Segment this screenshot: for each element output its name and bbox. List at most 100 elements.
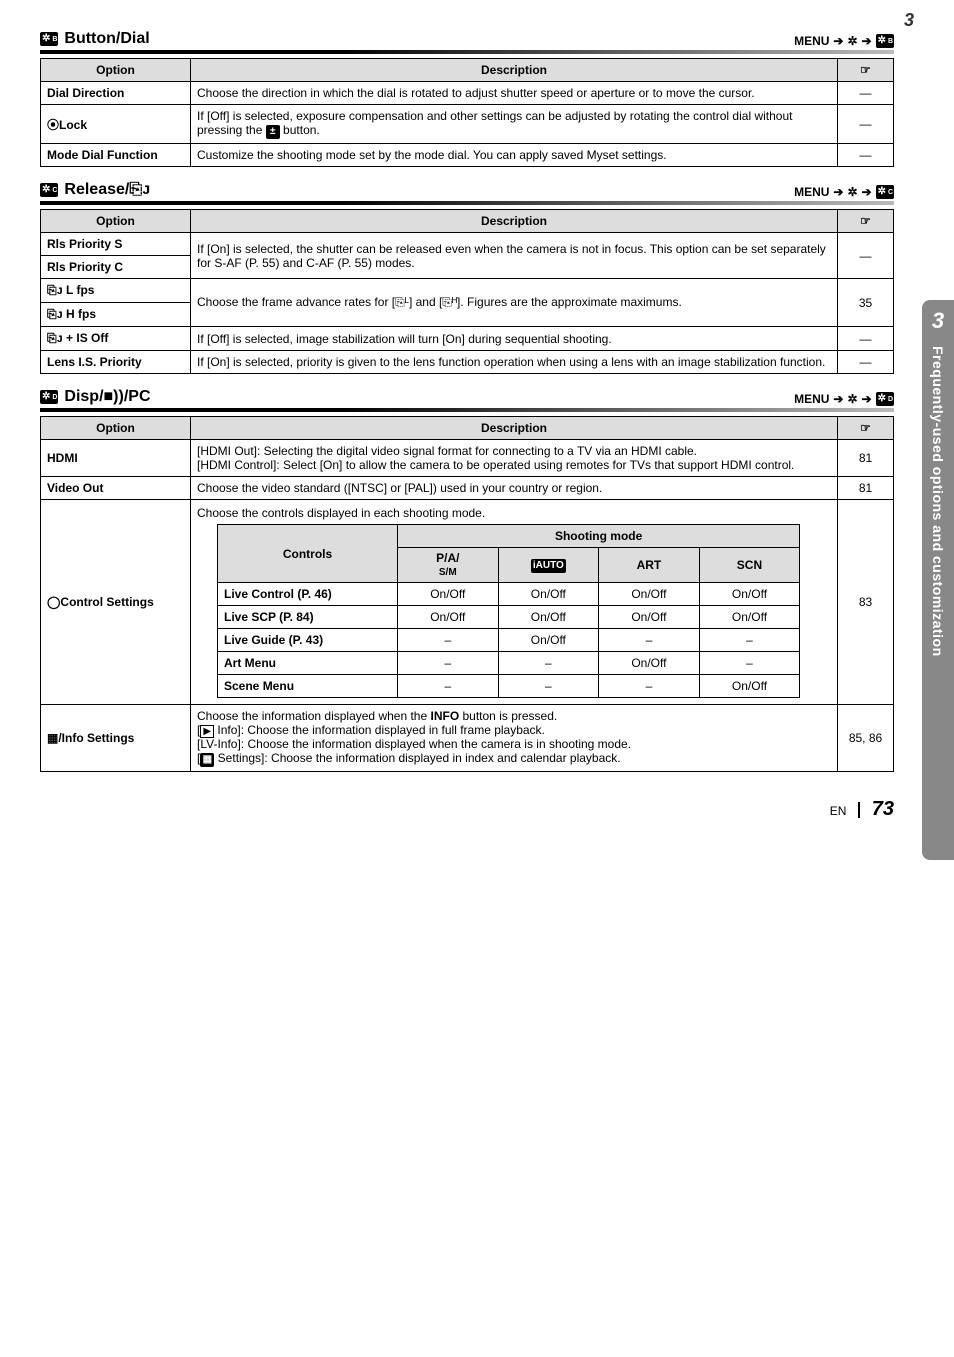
ref-lock: —: [838, 105, 894, 144]
desc-fps: Choose the frame advance rates for [⎘ᴸ] …: [191, 279, 838, 327]
ctrl-live-control: Live Control (P. 46): [218, 583, 398, 606]
cell: –: [498, 652, 599, 675]
col-description: Description: [191, 59, 838, 82]
menu-path-button-dial: MENU ➔✲ ➔ ✲B: [794, 34, 894, 48]
col-option: Option: [41, 59, 191, 82]
desc-control-settings: Choose the controls displayed in each sh…: [191, 500, 838, 705]
table-header-row: Option Description ☞: [41, 59, 894, 82]
opt-lens-is: Lens I.S. Priority: [41, 351, 191, 374]
tab-d-icon: ✲D: [40, 390, 58, 404]
cell: On/Off: [498, 583, 599, 606]
seq-h-icon: ⎘ᴴ: [442, 295, 457, 309]
cell: –: [398, 652, 499, 675]
col-description: Description: [191, 417, 838, 440]
col-reference-icon: ☞: [838, 210, 894, 233]
table-row: Mode Dial Function Customize the shootin…: [41, 144, 894, 167]
cell: On/Off: [398, 583, 499, 606]
table-row: Live Control (P. 46) On/Off On/Off On/Of…: [218, 583, 800, 606]
table-row: Live Guide (P. 43) – On/Off – –: [218, 629, 800, 652]
ref-fps: 35: [838, 279, 894, 327]
desc-dial-direction: Choose the direction in which the dial i…: [191, 82, 838, 105]
cell: –: [599, 675, 700, 698]
side-tab-number: 3: [932, 308, 944, 334]
desc-isoff: If [Off] is selected, image stabilizatio…: [191, 327, 838, 351]
col-shooting-mode: Shooting mode: [398, 525, 800, 548]
side-tab: 3 Frequently-used options and customizat…: [922, 300, 954, 860]
cell: On/Off: [599, 652, 700, 675]
ref-lens-is: —: [838, 351, 894, 374]
page-footer: EN 73: [40, 798, 894, 821]
opt-rls-c: Rls Priority C: [41, 256, 191, 279]
section-title-text: Disp/■))/PC: [64, 388, 150, 406]
seq-l-icon: ⎘ᴸ: [395, 295, 409, 309]
col-option: Option: [41, 417, 191, 440]
table-button-dial: Option Description ☞ Dial Direction Choo…: [40, 58, 894, 167]
mode-pa-sm: P/A/S/M: [398, 548, 499, 583]
section-header-button-dial: ✲B Button/Dial MENU ➔✲ ➔ ✲B: [40, 30, 894, 48]
ctrl-scene-menu: Scene Menu: [218, 675, 398, 698]
opt-lock: ⦿Lock: [41, 105, 191, 144]
opt-hdmi: HDMI: [41, 440, 191, 477]
table-row: Live SCP (P. 84) On/Off On/Off On/Off On…: [218, 606, 800, 629]
cell: On/Off: [699, 583, 800, 606]
cell: –: [398, 675, 499, 698]
cell: On/Off: [398, 606, 499, 629]
section-divider: [40, 408, 894, 412]
desc-hdmi: [HDMI Out]: Selecting the digital video …: [191, 440, 838, 477]
desc-lock: If [Off] is selected, exposure compensat…: [191, 105, 838, 144]
table-row: Lens I.S. Priority If [On] is selected, …: [41, 351, 894, 374]
ctrl-live-guide: Live Guide (P. 43): [218, 629, 398, 652]
section-title-text: Button/Dial: [64, 30, 149, 48]
table-row: ⦿Lock If [Off] is selected, exposure com…: [41, 105, 894, 144]
desc-rls: If [On] is selected, the shutter can be …: [191, 233, 838, 279]
tab-c-icon: ✲C: [40, 183, 58, 197]
cell: –: [699, 629, 800, 652]
section-title-text: Release/⎘ᴊ: [64, 181, 150, 199]
ref-mode-dial: —: [838, 144, 894, 167]
footer-lang: EN: [830, 804, 847, 818]
table-row: ⎘ᴊ L fps Choose the frame advance rates …: [41, 279, 894, 303]
ref-isoff: —: [838, 327, 894, 351]
section-divider: [40, 50, 894, 54]
table-row: Art Menu – – On/Off –: [218, 652, 800, 675]
ctrl-live-scp: Live SCP (P. 84): [218, 606, 398, 629]
ref-rls: —: [838, 233, 894, 279]
table-row: ▦/Info Settings Choose the information d…: [41, 705, 894, 772]
opt-lfps: ⎘ᴊ L fps: [41, 279, 191, 303]
section-header-release: ✲C Release/⎘ᴊ MENU ➔✲ ➔ ✲C: [40, 181, 894, 199]
table-row: Scene Menu – – – On/Off: [218, 675, 800, 698]
opt-mode-dial: Mode Dial Function: [41, 144, 191, 167]
cell: On/Off: [599, 606, 700, 629]
cell: –: [699, 652, 800, 675]
page-number-top: 3: [904, 10, 914, 31]
col-reference-icon: ☞: [838, 417, 894, 440]
col-description: Description: [191, 210, 838, 233]
menu-b-icon: ✲B: [876, 34, 894, 48]
shooting-mode-table: Controls Shooting mode P/A/S/M iAUTO ART…: [217, 524, 800, 698]
opt-control-settings: ◯Control Settings: [41, 500, 191, 705]
cell: On/Off: [699, 675, 800, 698]
table-row: Video Out Choose the video standard ([NT…: [41, 477, 894, 500]
desc-video-out: Choose the video standard ([NTSC] or [PA…: [191, 477, 838, 500]
ctrl-art-menu: Art Menu: [218, 652, 398, 675]
opt-hfps: ⎘ᴊ H fps: [41, 303, 191, 327]
table-release: Option Description ☞ Rls Priority S If […: [40, 209, 894, 374]
desc-info-settings: Choose the information displayed when th…: [191, 705, 838, 772]
exposure-comp-icon: ±: [266, 125, 280, 139]
menu-path-release: MENU ➔✲ ➔ ✲C: [794, 185, 894, 199]
opt-dial-direction: Dial Direction: [41, 82, 191, 105]
side-tab-text: Frequently-used options and customizatio…: [930, 346, 946, 657]
ref-control-settings: 83: [838, 500, 894, 705]
menu-path-disp: MENU ➔✲ ➔ ✲D: [794, 392, 894, 406]
menu-c-icon: ✲C: [876, 185, 894, 199]
ref-info-settings: 85, 86: [838, 705, 894, 772]
cell: On/Off: [498, 606, 599, 629]
table-header-row: Option Description ☞: [41, 210, 894, 233]
col-reference-icon: ☞: [838, 59, 894, 82]
col-option: Option: [41, 210, 191, 233]
section-header-disp: ✲D Disp/■))/PC MENU ➔✲ ➔ ✲D: [40, 388, 894, 406]
cell: On/Off: [498, 629, 599, 652]
table-row: ◯Control Settings Choose the controls di…: [41, 500, 894, 705]
footer-page-number: 73: [872, 798, 894, 821]
menu-d-icon: ✲D: [876, 392, 894, 406]
